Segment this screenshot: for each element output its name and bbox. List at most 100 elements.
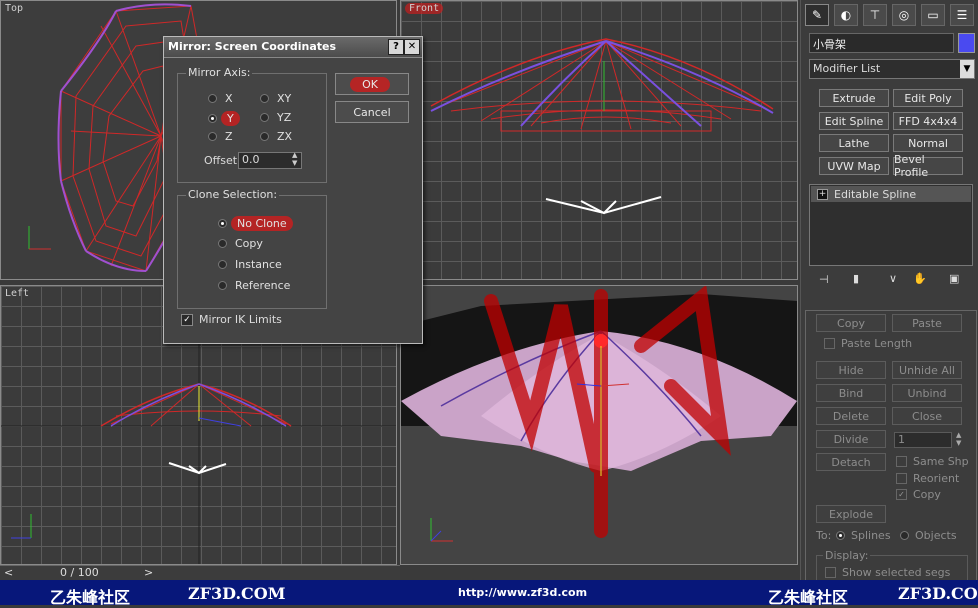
uvw-map-button[interactable]: UVW Map — [819, 157, 889, 175]
divide-spinner-arrows-icon[interactable]: ▲ ▼ — [956, 431, 961, 447]
dialog-title-bar[interactable]: Mirror: Screen Coordinates ? ✕ — [164, 37, 422, 58]
unhide-all-button[interactable]: Unhide All — [892, 361, 962, 379]
object-color-swatch[interactable] — [958, 33, 975, 53]
ok-button[interactable]: OK — [335, 73, 409, 95]
axis-yz-radio[interactable]: YZ — [260, 111, 291, 124]
display-tab-icon[interactable]: ▭ — [921, 4, 945, 26]
dialog-title: Mirror: Screen Coordinates — [168, 40, 337, 53]
reference-radio[interactable]: Reference — [218, 279, 290, 292]
axis-yz-label: YZ — [277, 111, 292, 124]
clone-selection-group: Clone Selection: No Clone Copy Instance … — [177, 188, 327, 309]
to-objects-dot[interactable] — [900, 531, 909, 540]
axis-y-radio[interactable]: Y — [208, 111, 240, 126]
remove-modifier-icon[interactable]: ✋ — [913, 272, 927, 285]
close-button[interactable]: ✕ — [404, 39, 420, 55]
paste-button[interactable]: Paste — [892, 314, 962, 332]
axis-y-radio-dot[interactable] — [208, 114, 217, 123]
make-unique-icon[interactable]: ∨ — [889, 272, 897, 285]
offset-label: Offset: — [204, 154, 241, 167]
object-name-value[interactable]: 小骨架 — [813, 36, 846, 52]
copy-check-icon[interactable]: ✓ — [896, 489, 907, 500]
detach-button[interactable]: Detach — [816, 453, 886, 471]
copy-checkbox[interactable]: ✓ Copy — [896, 488, 941, 501]
show-end-result-icon[interactable]: ▮ — [853, 272, 859, 285]
axis-y-label: Y — [221, 111, 240, 126]
expand-icon[interactable]: + — [817, 188, 828, 200]
paste-length-checkbox[interactable]: Paste Length — [824, 337, 912, 350]
mirror-axis-group: Mirror Axis: X Y Z XY YZ ZX Offset: 0.0 … — [177, 66, 327, 183]
close-spline-button[interactable]: Close — [892, 407, 962, 425]
instance-radio-dot[interactable] — [218, 260, 227, 269]
modify-tab-icon[interactable]: ◐ — [834, 4, 858, 26]
timeline-bar[interactable]: < 0 / 100 > — [0, 565, 400, 581]
axis-zx-radio-dot[interactable] — [260, 132, 269, 141]
no-clone-radio[interactable]: No Clone — [218, 216, 293, 231]
chevron-down-icon[interactable]: ▼ — [960, 60, 974, 78]
lathe-button[interactable]: Lathe — [819, 134, 889, 152]
edit-spline-button[interactable]: Edit Spline — [819, 112, 889, 130]
axis-xy-radio-dot[interactable] — [260, 94, 269, 103]
viewport-front[interactable]: Front — [400, 0, 798, 280]
mirror-ik-check-icon[interactable]: ✓ — [181, 313, 193, 326]
timeline-frame-counter[interactable]: 0 / 100 — [60, 566, 99, 579]
divide-button[interactable]: Divide — [816, 430, 886, 448]
cancel-button[interactable]: Cancel — [335, 101, 409, 123]
copy-radio[interactable]: Copy — [218, 237, 263, 250]
hide-button[interactable]: Hide — [816, 361, 886, 379]
unbind-button[interactable]: Unbind — [892, 384, 962, 402]
instance-label: Instance — [235, 258, 282, 271]
to-splines-radio[interactable]: Splines — [836, 529, 891, 542]
to-objects-radio[interactable]: Objects — [900, 529, 957, 542]
show-segs-checkbox[interactable]: Show selected segs — [825, 566, 950, 579]
offset-spinner-arrows-icon[interactable]: ▲ ▼ — [292, 151, 297, 167]
same-shp-box[interactable] — [896, 456, 907, 467]
reference-radio-dot[interactable] — [218, 281, 227, 290]
timeline-prev-button[interactable]: < — [4, 566, 13, 579]
same-shp-checkbox[interactable]: Same Shp — [896, 455, 969, 468]
axis-xy-radio[interactable]: XY — [260, 92, 291, 105]
ffd-button[interactable]: FFD 4x4x4 — [893, 112, 963, 130]
create-tab-icon[interactable]: ✎ — [805, 4, 829, 26]
axis-x-radio[interactable]: X — [208, 92, 233, 105]
bind-button[interactable]: Bind — [816, 384, 886, 402]
motion-tab-icon[interactable]: ◎ — [892, 4, 916, 26]
viewport-perspective[interactable]: spective — [400, 285, 798, 565]
show-segs-box[interactable] — [825, 567, 836, 578]
pin-stack-icon[interactable]: ⊣ — [819, 273, 829, 286]
copy-radio-dot[interactable] — [218, 239, 227, 248]
modifier-list-dropdown[interactable]: Modifier List ▼ — [809, 59, 975, 79]
explode-button[interactable]: Explode — [816, 505, 886, 523]
watermark-footer: 乙朱峰社区 ZF3D.COM http://www.zf3d.com 乙朱峰社区… — [0, 580, 978, 607]
axis-yz-radio-dot[interactable] — [260, 113, 269, 122]
axis-x-radio-dot[interactable] — [208, 94, 217, 103]
timeline-next-button[interactable]: > — [144, 566, 153, 579]
extrude-button[interactable]: Extrude — [819, 89, 889, 107]
modifier-stack[interactable]: + Editable Spline — [809, 184, 973, 266]
to-splines-dot[interactable] — [836, 531, 845, 540]
no-clone-radio-dot[interactable] — [218, 219, 227, 228]
offset-value[interactable]: 0.0 — [242, 153, 260, 166]
edit-poly-button[interactable]: Edit Poly — [893, 89, 963, 107]
divide-spinner[interactable]: 1 — [894, 432, 952, 448]
bevel-profile-button[interactable]: Bevel Profile — [893, 153, 963, 179]
normal-button[interactable]: Normal — [893, 134, 963, 152]
axis-zx-radio[interactable]: ZX — [260, 130, 292, 143]
reorient-box[interactable] — [896, 473, 907, 484]
reorient-checkbox[interactable]: Reorient — [896, 472, 959, 485]
front-cursor-icon — [545, 196, 662, 215]
perspective-umbrella-render — [401, 286, 797, 564]
copy-button[interactable]: Copy — [816, 314, 886, 332]
help-button[interactable]: ? — [388, 39, 404, 55]
axis-z-radio[interactable]: Z — [208, 130, 233, 143]
object-name-field[interactable]: 小骨架 — [809, 33, 954, 53]
paste-length-box[interactable] — [824, 338, 835, 349]
divide-value[interactable]: 1 — [898, 433, 905, 446]
stack-item-editable-spline[interactable]: + Editable Spline — [811, 186, 971, 202]
configure-sets-icon[interactable]: ▣ — [949, 272, 959, 285]
hierarchy-tab-icon[interactable]: ⊤ — [863, 4, 887, 26]
delete-button[interactable]: Delete — [816, 407, 886, 425]
mirror-ik-checkbox[interactable]: ✓ Mirror IK Limits — [181, 313, 282, 326]
instance-radio[interactable]: Instance — [218, 258, 282, 271]
utilities-tab-icon[interactable]: ☰ — [950, 4, 974, 26]
axis-z-radio-dot[interactable] — [208, 132, 217, 141]
